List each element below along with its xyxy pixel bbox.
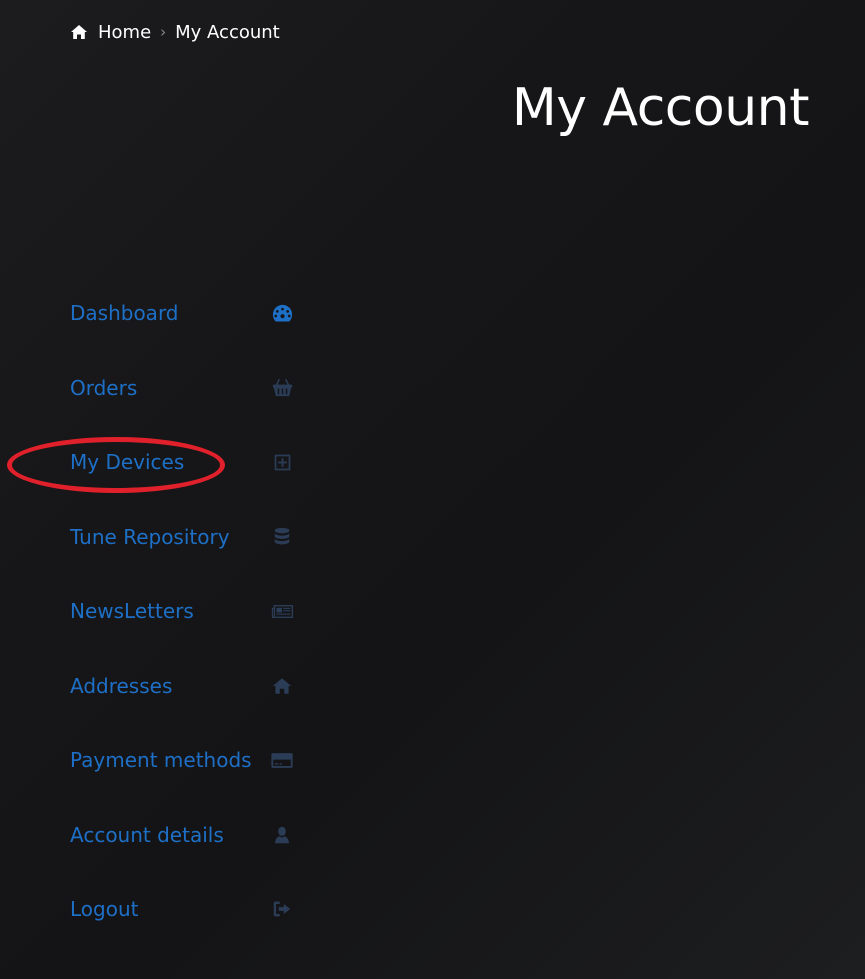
credit-card-icon xyxy=(270,748,294,772)
nav-item-label[interactable]: Payment methods xyxy=(70,748,252,772)
nav-item-tune-repository[interactable]: Tune Repository xyxy=(70,500,294,575)
nav-item-label[interactable]: Addresses xyxy=(70,674,172,698)
nav-item-label[interactable]: Logout xyxy=(70,897,138,921)
home-icon[interactable] xyxy=(70,24,88,40)
sign-out-icon xyxy=(270,897,294,921)
page-title: My Account xyxy=(511,78,810,138)
home-icon xyxy=(270,674,294,698)
nav-item-orders[interactable]: Orders xyxy=(70,351,294,426)
nav-item-label[interactable]: NewsLetters xyxy=(70,599,194,623)
plus-square-icon xyxy=(270,450,294,474)
nav-item-account-details[interactable]: Account details xyxy=(70,798,294,873)
breadcrumb-current: My Account xyxy=(175,21,280,43)
breadcrumb-home-link[interactable]: Home xyxy=(98,22,151,43)
newspaper-icon xyxy=(270,599,294,623)
nav-item-addresses[interactable]: Addresses xyxy=(70,649,294,724)
nav-item-dashboard[interactable]: Dashboard xyxy=(70,276,294,351)
nav-item-label[interactable]: My Devices xyxy=(70,450,184,474)
breadcrumb: Home › My Account xyxy=(70,20,280,44)
breadcrumb-separator: › xyxy=(160,23,167,41)
nav-item-label[interactable]: Tune Repository xyxy=(70,525,230,549)
nav-item-label[interactable]: Account details xyxy=(70,823,224,847)
user-icon xyxy=(270,823,294,847)
dashboard-gauge-icon xyxy=(270,301,294,325)
nav-item-my-devices[interactable]: My Devices xyxy=(70,425,294,500)
basket-icon xyxy=(270,376,294,400)
nav-item-newsletters[interactable]: NewsLetters xyxy=(70,574,294,649)
database-icon xyxy=(270,525,294,549)
nav-item-label[interactable]: Dashboard xyxy=(70,301,179,325)
nav-item-payment-methods[interactable]: Payment methods xyxy=(70,723,294,798)
account-navigation: Dashboard Orders My Devices Tune Reposit… xyxy=(70,276,294,947)
nav-item-logout[interactable]: Logout xyxy=(70,872,294,947)
nav-item-label[interactable]: Orders xyxy=(70,376,137,400)
